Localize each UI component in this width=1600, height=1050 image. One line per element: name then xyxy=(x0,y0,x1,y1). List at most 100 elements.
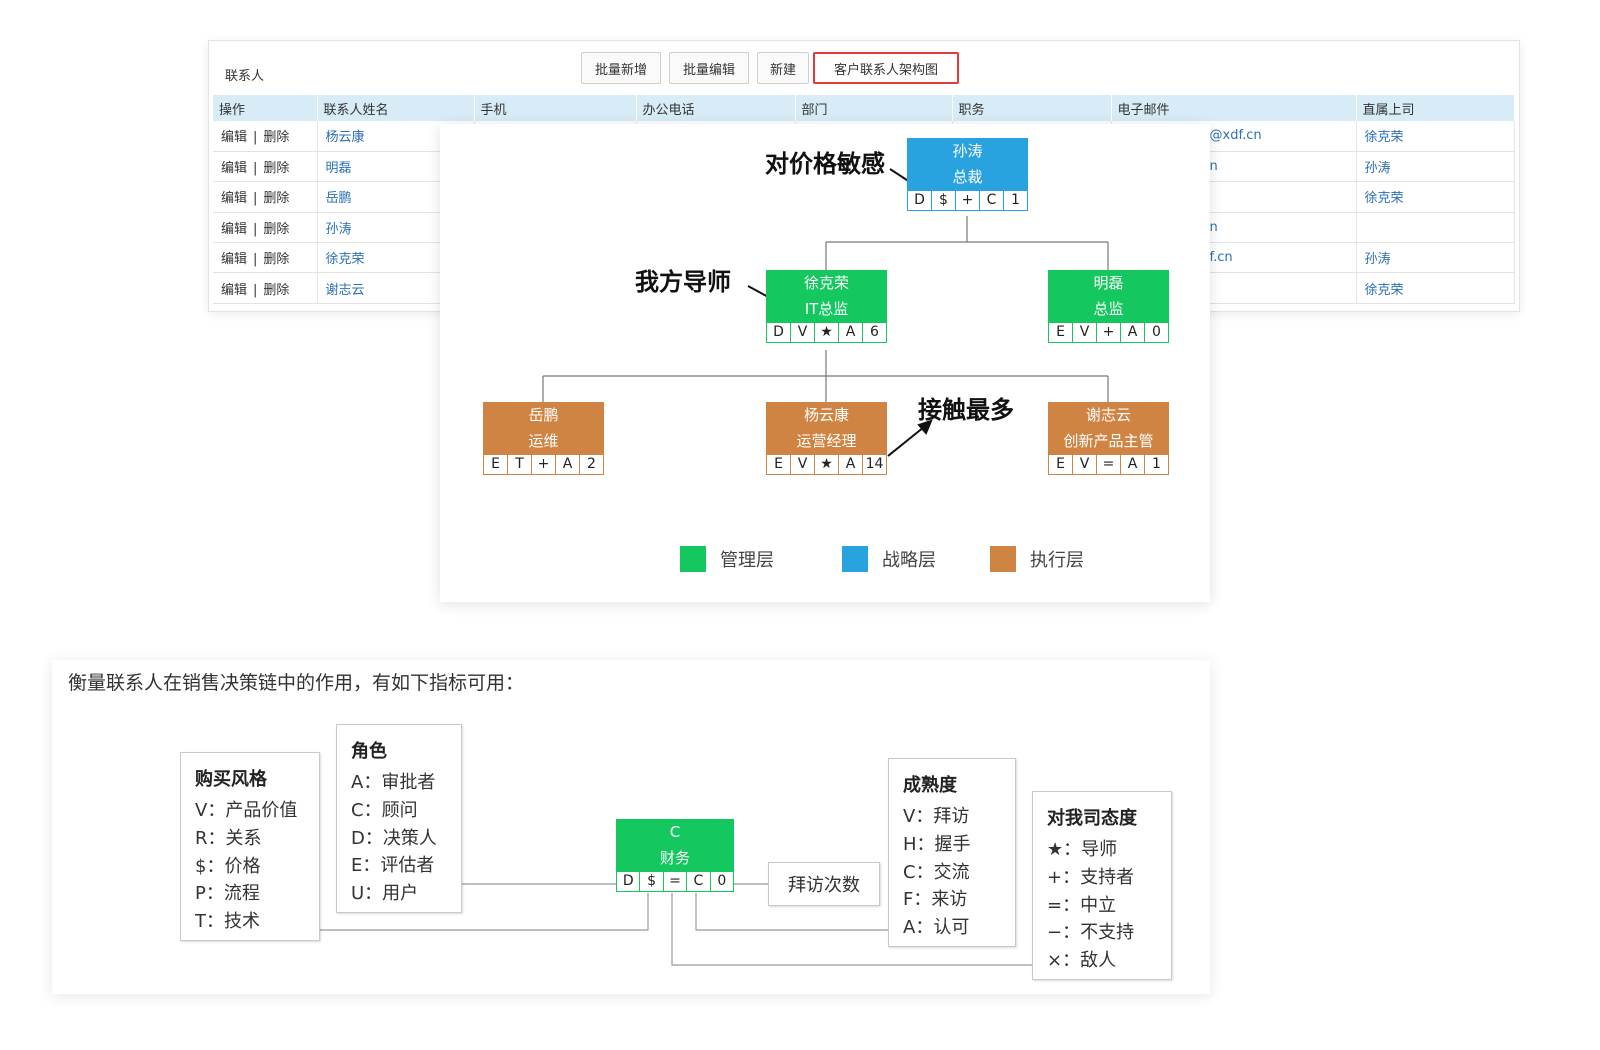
col-header-email[interactable]: 电子邮件 xyxy=(1111,95,1357,121)
code-cell: V xyxy=(790,454,815,475)
legend-swatch-orange xyxy=(990,546,1016,572)
code-cell: C xyxy=(687,871,711,892)
org-node-ming[interactable]: 明磊 总监 E V + A 0 xyxy=(1048,270,1169,343)
org-node-name: 岳鹏 xyxy=(528,406,559,424)
code-cell: V xyxy=(1072,454,1097,475)
code-cell: A xyxy=(838,322,863,343)
delete-link[interactable]: 删除 xyxy=(263,222,289,237)
org-node-codes: E V = A 1 xyxy=(1048,454,1169,475)
contact-name-link[interactable]: 谢志云 xyxy=(326,283,365,298)
role-box: 角色 A：审批者 C：顾问 D：决策人 E：评估者 U：用户 xyxy=(336,724,462,913)
email-link[interactable]: n xyxy=(1210,159,1218,174)
col-header-phone[interactable]: 办公电话 xyxy=(636,95,796,121)
delete-link[interactable]: 删除 xyxy=(263,191,289,206)
col-header-dept[interactable]: 部门 xyxy=(795,95,953,121)
row-ops-cell: 编辑 | 删除 xyxy=(213,181,318,213)
org-connector-lines xyxy=(542,168,1109,457)
buy-style-item: $：价格 xyxy=(195,855,261,877)
op-separator: | xyxy=(253,130,258,146)
role-heading: 角色 xyxy=(351,741,387,762)
col-header-boss[interactable]: 直属上司 xyxy=(1356,95,1515,121)
contact-name-link[interactable]: 徐克荣 xyxy=(326,252,365,267)
visit-count-box: 拜访次数 xyxy=(768,862,880,906)
boss-link[interactable]: 孙涛 xyxy=(1365,252,1391,267)
center-node-title: 财务 xyxy=(659,849,690,867)
code-cell: A xyxy=(1120,322,1145,343)
new-button[interactable]: 新建 xyxy=(757,52,809,84)
org-node-box: 杨云康 运营经理 xyxy=(766,402,887,454)
email-link[interactable]: f.cn xyxy=(1210,250,1233,265)
code-cell: 1 xyxy=(1144,454,1169,475)
buy-style-item: P：流程 xyxy=(195,883,260,905)
center-node-box: C 财务 xyxy=(616,819,734,871)
code-cell: C xyxy=(979,190,1004,211)
org-node-title: 运维 xyxy=(528,432,559,450)
org-node-yue[interactable]: 岳鹏 运维 E T + A 2 xyxy=(483,402,604,475)
batch-add-button[interactable]: 批量新增 xyxy=(581,52,661,84)
row-ops-cell: 编辑 | 删除 xyxy=(213,151,318,183)
batch-edit-button[interactable]: 批量编辑 xyxy=(669,52,749,84)
edit-link[interactable]: 编辑 xyxy=(221,161,247,176)
attitude-heading: 对我司态度 xyxy=(1047,808,1137,829)
code-cell: E xyxy=(483,454,508,475)
boss-cell: 徐克荣 xyxy=(1356,121,1515,152)
code-cell: E xyxy=(766,454,791,475)
code-cell: + xyxy=(531,454,556,475)
annotation-most-contact: 接触最多 xyxy=(918,396,1014,424)
panel-title: 联系人 xyxy=(225,69,265,84)
boss-link[interactable]: 徐克荣 xyxy=(1365,130,1404,145)
col-header-title[interactable]: 职务 xyxy=(952,95,1112,121)
contact-name-link[interactable]: 孙涛 xyxy=(326,222,352,237)
buy-style-heading: 购买风格 xyxy=(195,769,267,790)
center-node-name: C xyxy=(669,823,681,841)
maturity-item: A：认可 xyxy=(903,917,970,939)
email-link[interactable]: @xdf.cn xyxy=(1210,128,1262,143)
role-item: C：顾问 xyxy=(351,799,418,821)
role-item: E：评估者 xyxy=(351,855,435,877)
edit-link[interactable]: 编辑 xyxy=(221,283,247,298)
delete-link[interactable]: 删除 xyxy=(263,161,289,176)
boss-cell: 孙涛 xyxy=(1356,242,1515,274)
delete-link[interactable]: 删除 xyxy=(263,252,289,267)
edit-link[interactable]: 编辑 xyxy=(221,191,247,206)
org-node-xie[interactable]: 谢志云 创新产品主管 E V = A 1 xyxy=(1048,402,1169,475)
buy-style-item: V：产品价值 xyxy=(195,800,298,821)
code-cell: + xyxy=(955,190,980,211)
code-cell: + xyxy=(1096,322,1121,343)
org-node-box: 岳鹏 运维 xyxy=(483,402,604,454)
maturity-heading: 成熟度 xyxy=(903,775,957,796)
org-node-name: 徐克荣 xyxy=(803,274,849,292)
legend-swatch-blue xyxy=(842,546,868,572)
email-link[interactable]: n xyxy=(1210,220,1218,235)
contact-name-link[interactable]: 明磊 xyxy=(326,161,352,176)
code-cell: D xyxy=(907,190,932,211)
code-cell: = xyxy=(663,871,688,892)
boss-link[interactable]: 徐克荣 xyxy=(1365,191,1404,206)
contact-name-link[interactable]: 岳鹏 xyxy=(326,191,352,206)
edit-link[interactable]: 编辑 xyxy=(221,252,247,267)
row-ops-cell: 编辑 | 删除 xyxy=(213,121,318,152)
edit-link[interactable]: 编辑 xyxy=(221,130,247,145)
delete-link[interactable]: 删除 xyxy=(263,130,289,145)
org-chart-button[interactable]: 客户联系人架构图 xyxy=(813,52,959,84)
contact-name-link[interactable]: 杨云康 xyxy=(326,130,365,145)
maturity-item: H：握手 xyxy=(903,833,971,855)
maturity-box: 成熟度 V：拜访 H：握手 C：交流 F：来访 A：认可 xyxy=(888,758,1016,947)
org-chart-card: 对价格敏感 我方导师 接触最多 孙涛 总裁 D $ + C 1 徐克荣 IT总监 D V ★ A 6 明磊总… xyxy=(440,124,1210,602)
col-header-mobile[interactable]: 手机 xyxy=(474,95,637,121)
col-header-name[interactable]: 联系人姓名 xyxy=(317,95,475,121)
boss-link[interactable]: 徐克荣 xyxy=(1365,283,1404,298)
code-cell: V xyxy=(1072,322,1097,343)
edit-link[interactable]: 编辑 xyxy=(221,222,247,237)
boss-link[interactable]: 孙涛 xyxy=(1365,161,1391,176)
attitude-item: =：中立 xyxy=(1047,894,1117,916)
delete-link[interactable]: 删除 xyxy=(263,283,289,298)
org-node-yang[interactable]: 杨云康 运营经理 E V ★ A 14 xyxy=(766,402,887,475)
org-node-codes: E T + A 2 xyxy=(483,454,604,475)
code-cell: E xyxy=(1048,322,1073,343)
col-header-ops[interactable]: 操作 xyxy=(213,95,318,121)
metrics-section: 衡量联系人在销售决策链中的作用，有如下指标可用： 购买风格 V：产品价值 R：关… xyxy=(52,660,1210,994)
org-node-sun[interactable]: 孙涛 总裁 D $ + C 1 xyxy=(907,138,1028,211)
org-node-xu[interactable]: 徐克荣 IT总监 D V ★ A 6 xyxy=(766,270,887,343)
code-cell: ★ xyxy=(814,454,839,475)
